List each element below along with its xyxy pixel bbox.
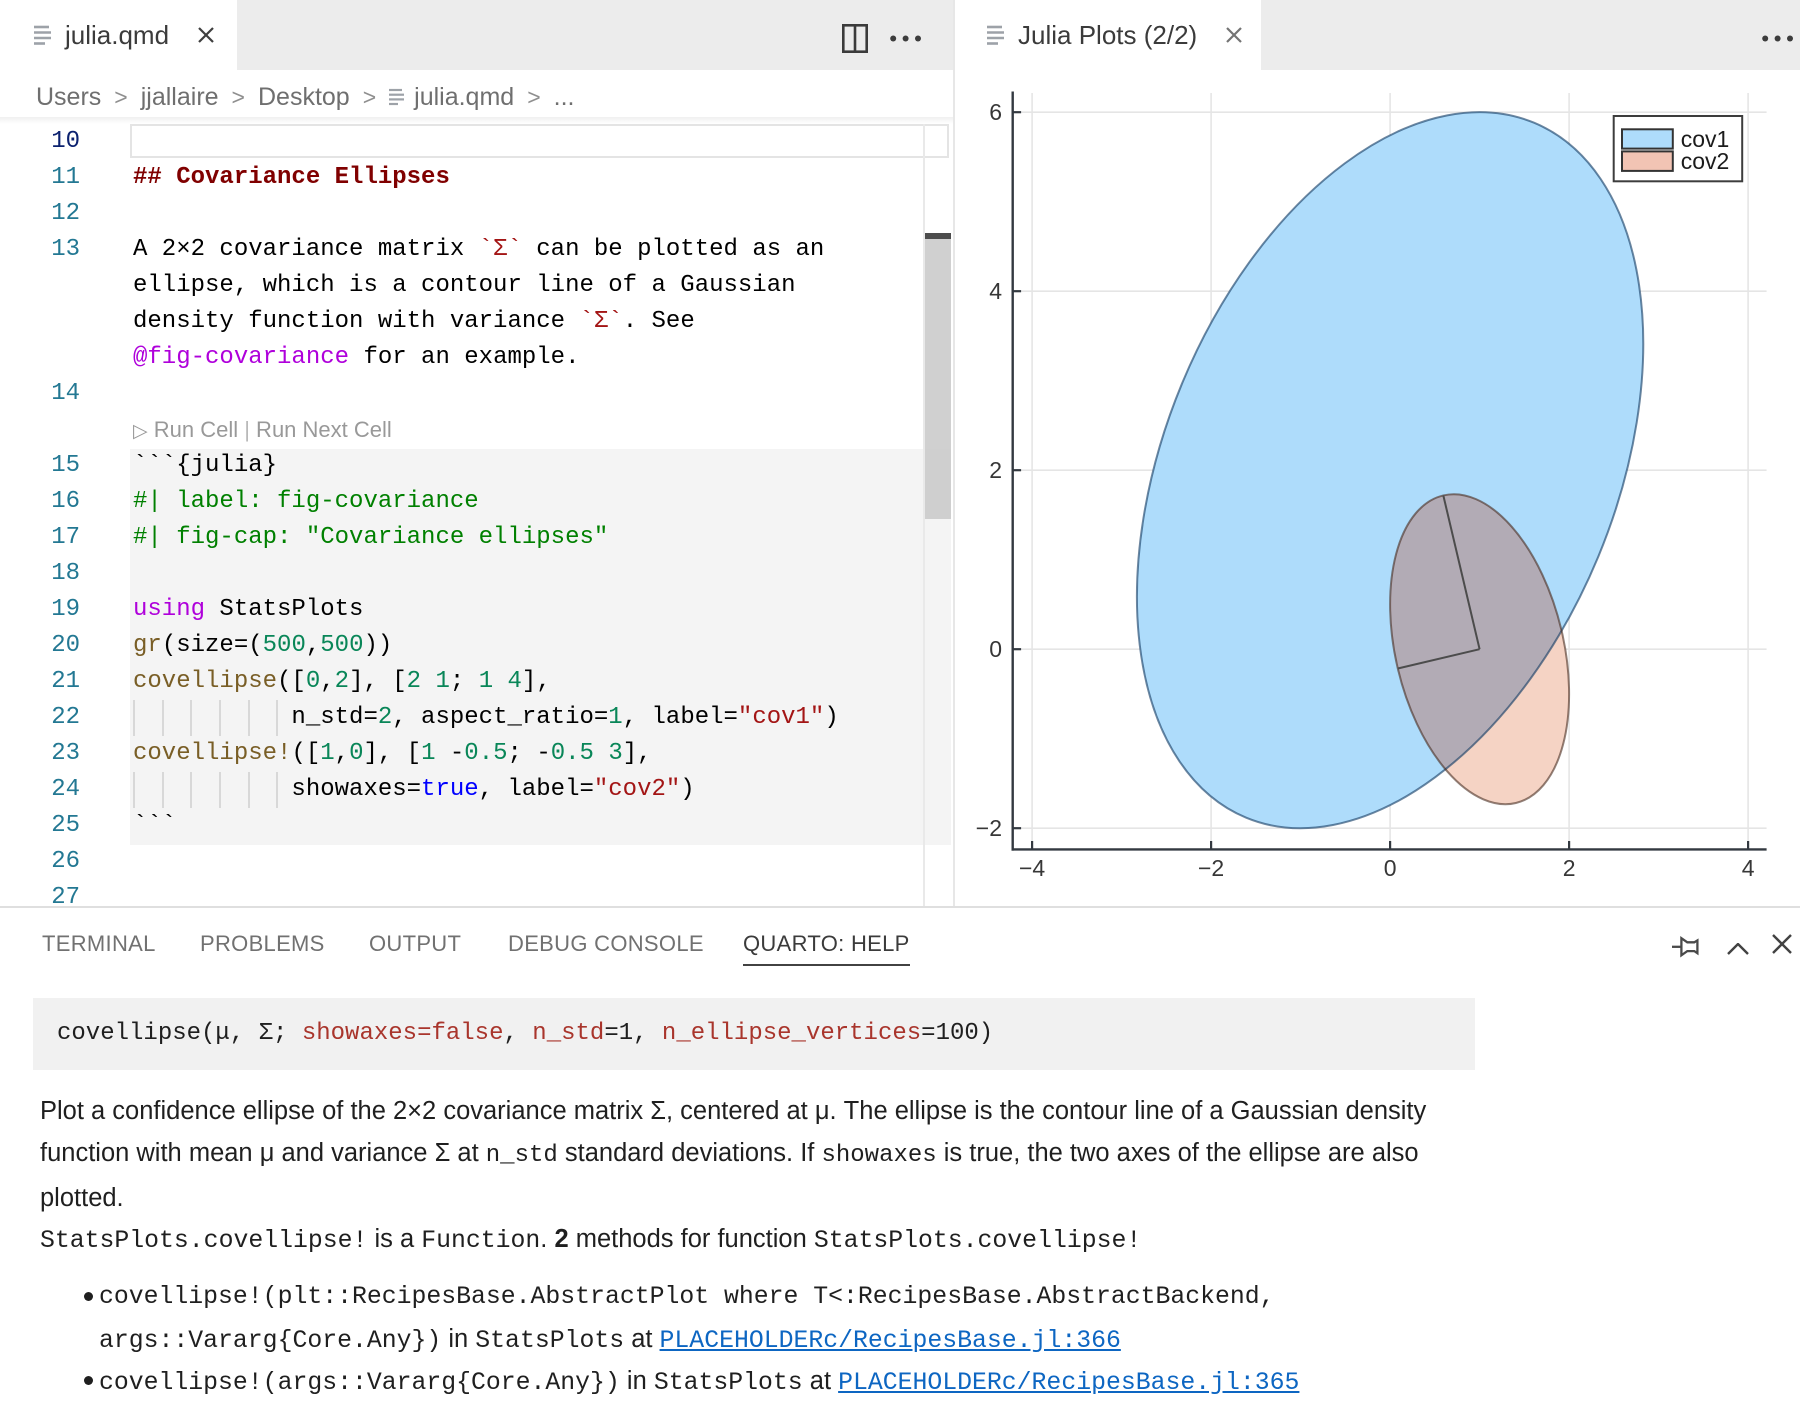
svg-text:−2: −2 [1198, 855, 1224, 881]
svg-text:0: 0 [1384, 855, 1397, 881]
svg-text:cov2: cov2 [1681, 148, 1730, 174]
svg-text:4: 4 [1742, 855, 1755, 881]
svg-text:4: 4 [989, 278, 1002, 304]
svg-text:−2: −2 [976, 815, 1002, 841]
svg-text:2: 2 [1563, 855, 1576, 881]
svg-text:2: 2 [989, 457, 1002, 483]
svg-text:6: 6 [989, 99, 1002, 125]
svg-text:−4: −4 [1019, 855, 1045, 881]
svg-text:0: 0 [989, 636, 1002, 662]
